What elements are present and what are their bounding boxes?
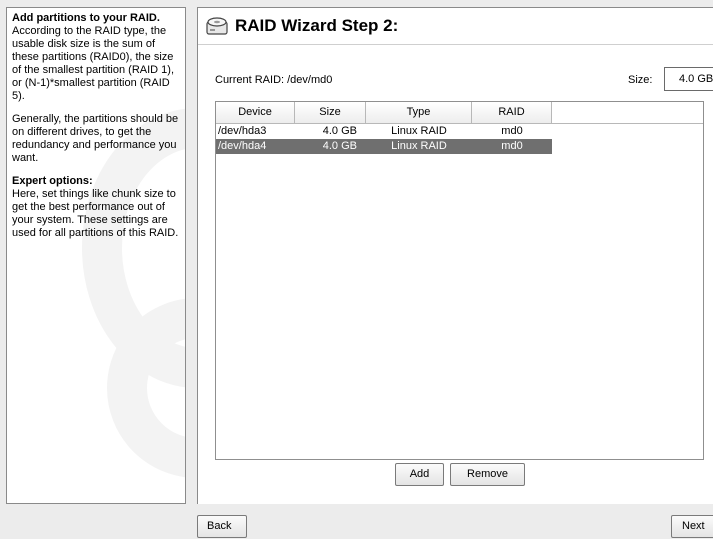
cell-size: 4.0 GB — [322, 125, 357, 137]
page-title: RAID Wizard Step 2: — [235, 16, 399, 35]
cell-device: /dev/hda4 — [218, 140, 267, 152]
help-text: Add partitions to your RAID. According t… — [7, 8, 185, 240]
add-button[interactable]: Add — [395, 463, 444, 486]
help-paragraph-3: Expert options: Here, set things like chu… — [12, 175, 181, 240]
table-header: Device Size Type RAID — [216, 102, 703, 124]
help-heading-partitions: Add partitions to your RAID. — [12, 12, 160, 24]
title-bar: RAID Wizard Step 2: — [198, 8, 713, 45]
table-row[interactable]: /dev/hda3 4.0 GB Linux RAID md0 — [216, 124, 552, 139]
cell-raid: md0 — [501, 125, 523, 137]
help-heading-expert: Expert options: — [12, 175, 93, 187]
cell-type: Linux RAID — [391, 125, 447, 137]
help-paragraph-1: Add partitions to your RAID. According t… — [12, 12, 181, 103]
cell-size: 4.0 GB — [322, 140, 357, 152]
remove-button[interactable]: Remove — [450, 463, 525, 486]
column-header-raid[interactable]: RAID — [472, 102, 552, 123]
help-text-partitions: According to the RAID type, the usable d… — [12, 25, 175, 102]
help-text-expert: Here, set things like chunk size to get … — [12, 188, 179, 239]
cell-type: Linux RAID — [391, 140, 447, 152]
column-header-device[interactable]: Device — [216, 102, 295, 123]
hard-disk-icon — [206, 17, 228, 35]
size-field[interactable]: 4.0 GB — [664, 67, 713, 91]
cell-device: /dev/hda3 — [218, 125, 267, 137]
help-panel: Add partitions to your RAID. According t… — [6, 7, 186, 504]
cell-raid: md0 — [501, 140, 523, 152]
size-label: Size: — [628, 74, 653, 86]
main-panel: RAID Wizard Step 2: Current RAID: /dev/m… — [197, 7, 713, 504]
column-header-type[interactable]: Type — [366, 102, 472, 123]
back-button[interactable]: Back — [197, 515, 247, 538]
current-raid-label: Current RAID: /dev/md0 — [215, 74, 333, 86]
next-button[interactable]: Next — [671, 515, 713, 538]
help-paragraph-2: Generally, the partitions should be on d… — [12, 113, 179, 164]
partitions-table[interactable]: Device Size Type RAID /dev/hda3 4.0 GB L… — [215, 101, 704, 460]
column-header-size[interactable]: Size — [295, 102, 366, 123]
table-row-selected[interactable]: /dev/hda4 4.0 GB Linux RAID md0 — [216, 139, 552, 154]
